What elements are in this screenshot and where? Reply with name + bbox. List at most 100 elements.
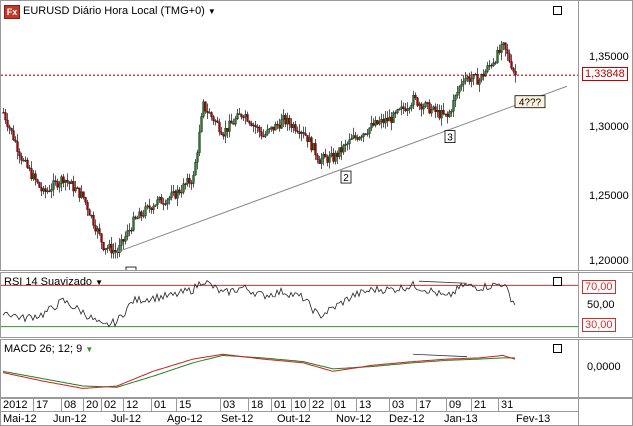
candle-body [416,97,419,106]
candle-body [180,192,183,194]
candle-body [430,108,433,114]
candle-body [158,197,161,200]
candle-body [108,243,111,249]
candle-body [192,174,195,184]
candle-body [216,120,219,123]
candle-body [202,101,205,117]
chart-title[interactable]: EURUSD Diário Hora Local (TMG+0) ▼ [23,5,216,17]
candle-body [436,110,439,113]
x-day-label: 10 [291,399,306,411]
triangle-down-icon[interactable]: ▼ [85,345,93,354]
candle-body [450,111,453,113]
candle-body [324,154,327,158]
candle-body [488,65,491,67]
maximize-rsi-button[interactable] [553,277,562,286]
candle-body [502,42,505,45]
x-day-label: 08 [61,399,76,411]
candle-body [496,49,499,63]
fx-logo: Fx [4,5,20,19]
candle-body [196,152,199,163]
triangle-down-icon[interactable]: ▼ [208,7,216,16]
candle-body [230,120,233,124]
x-day-label: 01 [271,399,286,411]
candle-body [126,230,129,237]
x-day-label: 20 [83,399,98,411]
candle-body [106,247,109,250]
candle-body [414,94,417,98]
candle-body [88,209,91,216]
candle-body [120,239,123,246]
candle-body [486,65,489,72]
candle-body [32,173,35,180]
candle-body [248,121,251,124]
candle-body [326,156,329,163]
macd-panel: MACD 26; 12; 9 ▼ [0,339,579,398]
x-month-label: Nov-12 [336,413,372,425]
candle-body [86,202,89,210]
candle-body [128,229,131,232]
candle-body [234,118,237,125]
candle-body [198,131,201,153]
candle-body [492,62,495,66]
candle-body [314,143,317,156]
x-day-row: 2012 17 08 20 02 12 01 15 03 18 01 10 22 01 13 03 17 09 21… [1,399,578,412]
candle-body [438,110,441,119]
candle-body [398,108,401,111]
macd-axis: 0,0000 [578,339,633,398]
candle-body [66,180,69,183]
candle-body [236,113,239,119]
candle-body [290,124,293,128]
x-month-label: Mai-12 [3,413,37,425]
candle-body [272,126,275,131]
candle-body [130,229,133,232]
candle-body [508,53,511,62]
candle-body [254,124,257,128]
candle-body [226,128,229,132]
x-day-label: 21 [471,399,486,411]
candle-body [210,112,213,117]
candle-body [142,215,145,217]
candle-body [174,191,177,199]
candle-body [144,206,147,216]
candle-body [494,62,497,64]
candle-body [378,121,381,125]
maximize-macd-button[interactable] [553,344,562,353]
candle-body [4,112,7,121]
candle-body [286,117,289,125]
x-day-label: 31 [498,399,513,411]
candle-body [62,176,65,183]
candle-body [316,154,319,160]
maximize-price-button[interactable] [553,6,562,15]
candle-body [510,61,513,69]
candle-body [466,76,469,79]
candle-body [48,190,51,192]
candle-body [46,190,49,192]
rsi-divergence-line [418,280,468,284]
candle-body [396,109,399,113]
candle-body [2,112,5,114]
candle-body [16,141,19,152]
rsi-title[interactable]: RSI 14 Suavizado ▼ [4,276,103,288]
candle-body [148,205,151,209]
x-day-label: 2012 [3,399,28,411]
candle-body [280,119,283,129]
candle-body [162,203,165,205]
x-day-label: 13 [356,399,371,411]
candle-body [334,152,337,162]
candle-body [250,122,253,126]
macd-title[interactable]: MACD 26; 12; 9 ▼ [4,343,93,355]
candle-body [228,120,231,132]
candle-body [274,123,277,131]
triangle-down-icon[interactable]: ▼ [95,278,103,287]
candle-body [394,112,397,114]
x-month-label: Set-12 [221,413,254,425]
candle-body [68,181,71,184]
wave-label-1: 1 [125,266,137,270]
candle-body [478,79,481,85]
candle-body [252,124,255,127]
candle-body [302,132,305,134]
candle-body [288,117,291,125]
candle-body [50,189,53,192]
candle-body [354,135,357,138]
candle-body [136,217,139,220]
